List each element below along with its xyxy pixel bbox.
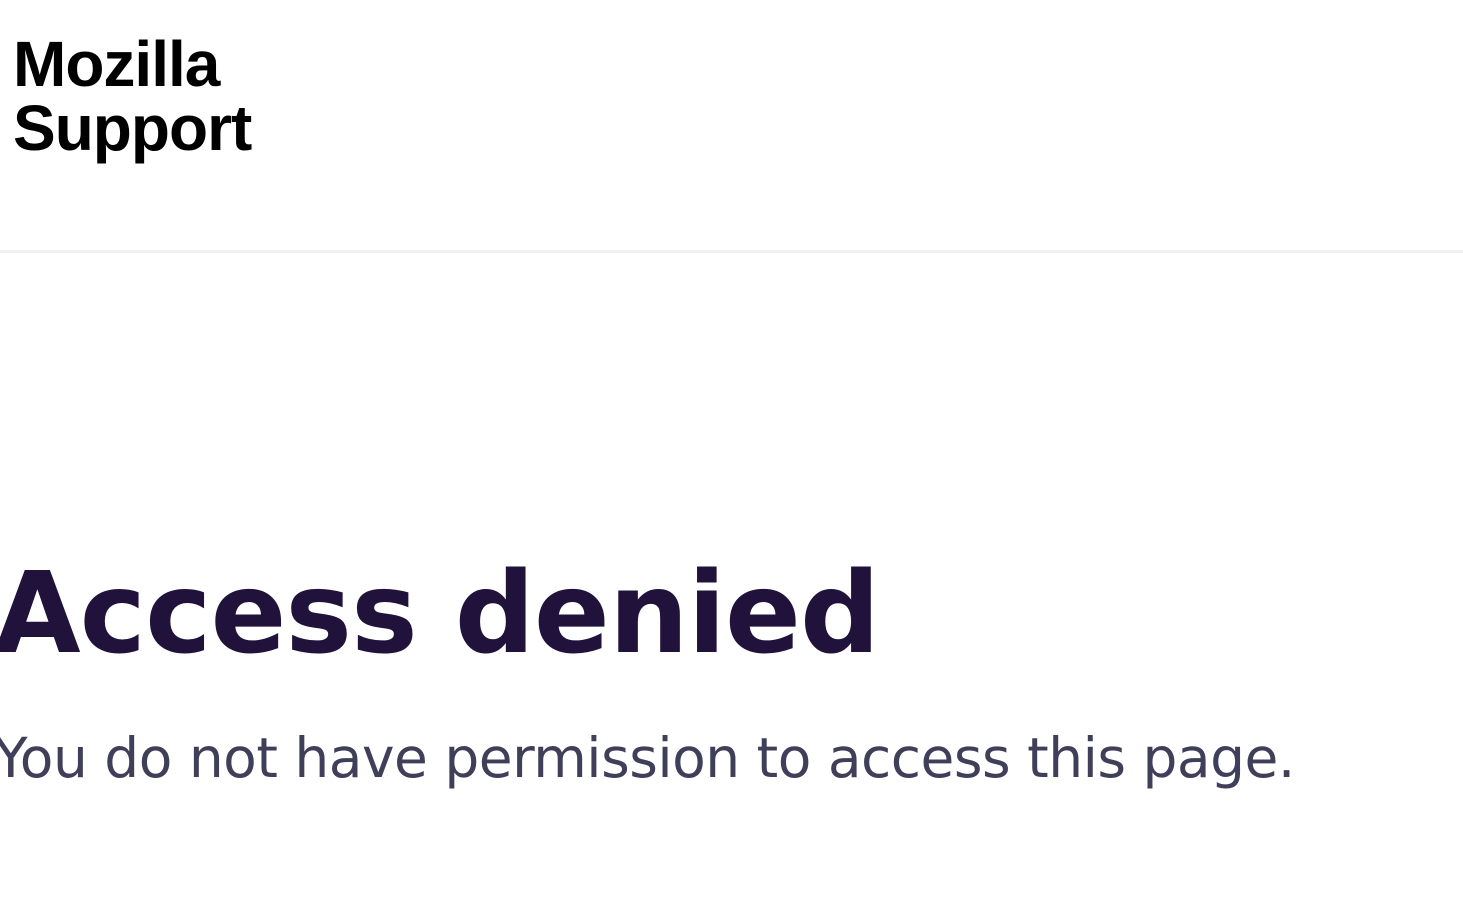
access-denied-message: You do not have permission to access thi… bbox=[0, 726, 1295, 790]
page-title: Access denied bbox=[0, 549, 880, 679]
main-content: Access denied You do not have permission… bbox=[0, 253, 1463, 902]
site-header: Mozilla Support bbox=[0, 0, 1463, 253]
logo-line-support: Support bbox=[13, 92, 252, 164]
mozilla-support-logo[interactable]: Mozilla Support bbox=[13, 28, 252, 164]
logo-line-mozilla: Mozilla bbox=[13, 28, 220, 100]
